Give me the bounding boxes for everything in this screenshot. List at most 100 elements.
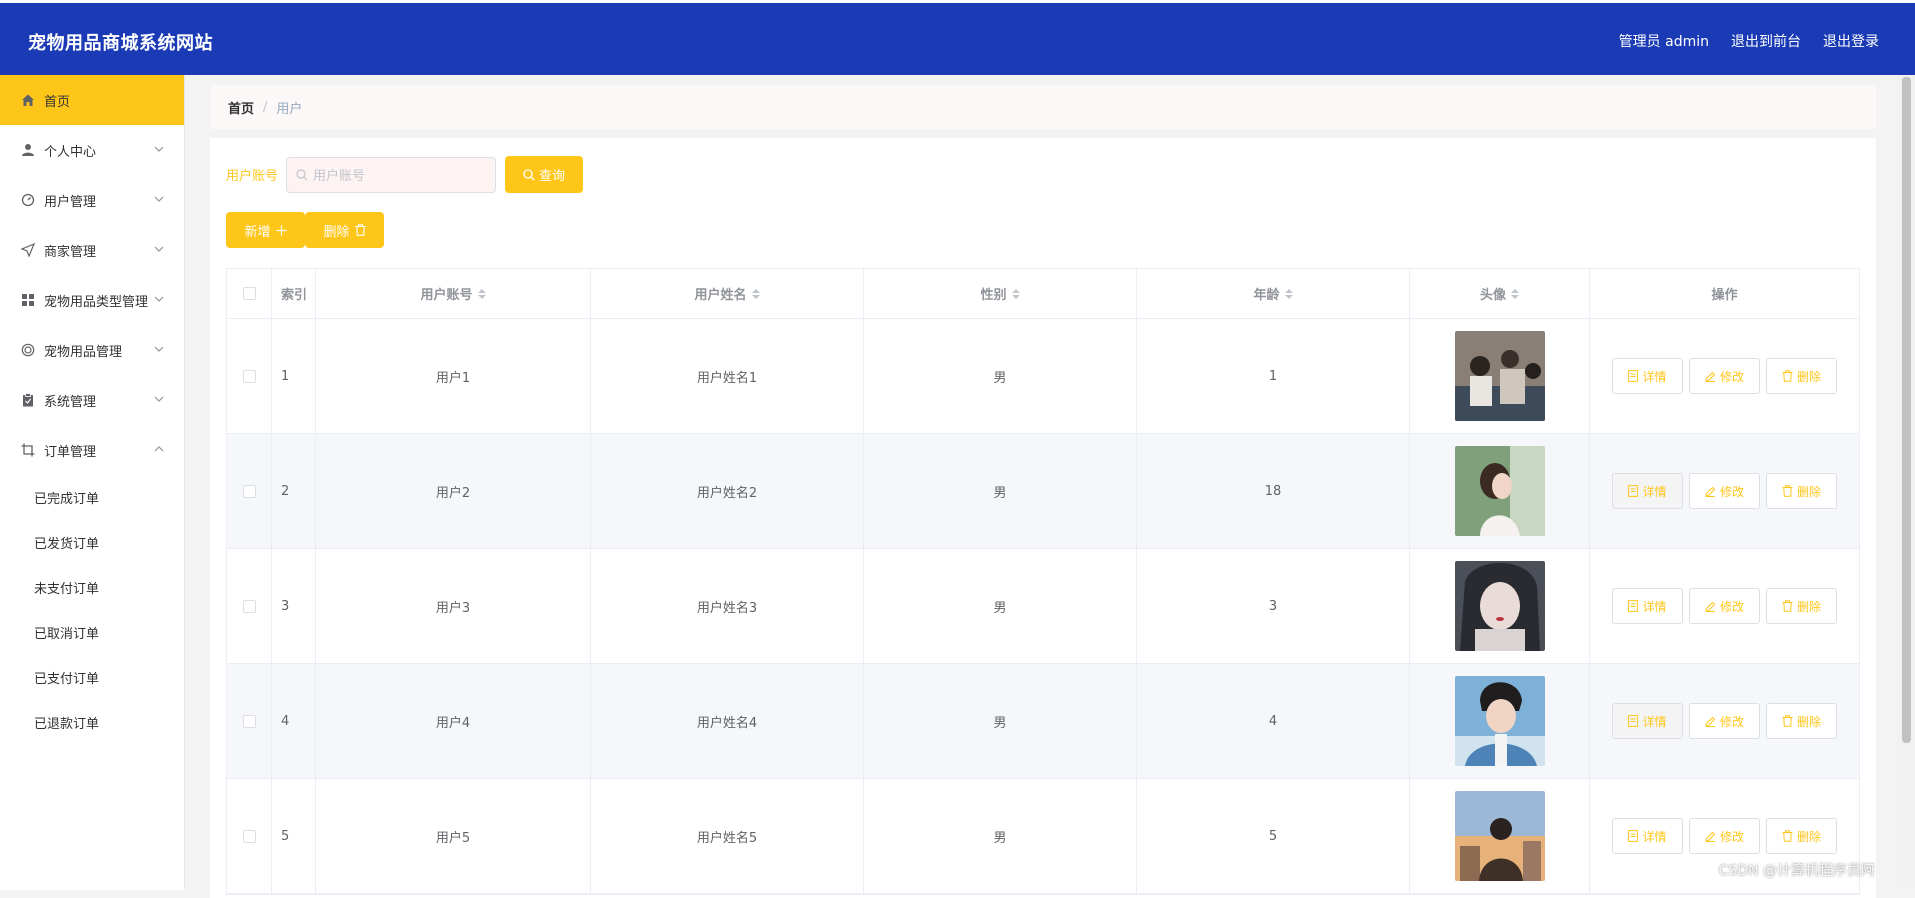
sort-icon[interactable] <box>1012 289 1020 299</box>
dashboard-icon <box>20 192 36 208</box>
edit-icon <box>1705 601 1716 612</box>
sort-icon[interactable] <box>1285 289 1293 299</box>
edit-button[interactable]: 修改 <box>1689 358 1760 394</box>
select-all-cell <box>227 269 272 318</box>
batch-delete-button[interactable]: 删除 <box>305 212 384 248</box>
row-account: 用户3 <box>316 549 591 663</box>
navigation-icon <box>20 242 36 258</box>
row-operations: 详情 修改 删除 <box>1590 549 1859 663</box>
row-index: 5 <box>272 779 316 893</box>
edit-button[interactable]: 修改 <box>1689 588 1760 624</box>
edit-button[interactable]: 修改 <box>1689 473 1760 509</box>
row-checkbox[interactable] <box>243 485 256 498</box>
sort-icon[interactable] <box>1511 289 1519 299</box>
delete-button[interactable]: 删除 <box>1766 588 1837 624</box>
header-age[interactable]: 年龄 <box>1137 269 1410 318</box>
row-index: 1 <box>272 319 316 433</box>
row-checkbox-cell <box>227 664 272 778</box>
page-scrollbar[interactable] <box>1897 75 1915 890</box>
delete-button[interactable]: 删除 <box>1766 358 1837 394</box>
header-account[interactable]: 用户账号 <box>316 269 591 318</box>
sidebar-item-personal-center[interactable]: 个人中心 <box>0 125 184 175</box>
delete-label: 删除 <box>1797 598 1821 615</box>
users-table: 索引 用户账号 用户姓名 性别 年龄 头像 操作 1 用户1 用户姓名1 男 1 <box>226 268 1860 895</box>
sidebar-item-label: 商家管理 <box>44 241 96 260</box>
exit-to-front-link[interactable]: 退出到前台 <box>1731 31 1801 51</box>
submenu-cancelled-orders[interactable]: 已取消订单 <box>0 610 184 655</box>
breadcrumb-separator: / <box>263 100 267 115</box>
avatar-image[interactable] <box>1455 446 1545 536</box>
search-label: 用户账号 <box>226 165 278 184</box>
sidebar-item-system-management[interactable]: 系统管理 <box>0 375 184 425</box>
user-icon <box>20 142 36 158</box>
submenu-completed-orders[interactable]: 已完成订单 <box>0 475 184 520</box>
edit-button[interactable]: 修改 <box>1689 818 1760 854</box>
select-all-checkbox[interactable] <box>243 287 256 300</box>
sort-icon[interactable] <box>478 289 486 299</box>
header-name[interactable]: 用户姓名 <box>591 269 864 318</box>
row-checkbox-cell <box>227 434 272 548</box>
logout-link[interactable]: 退出登录 <box>1823 31 1879 51</box>
sidebar-item-user-management[interactable]: 用户管理 <box>0 175 184 225</box>
submenu-paid-orders[interactable]: 已支付订单 <box>0 655 184 700</box>
edit-button[interactable]: 修改 <box>1689 703 1760 739</box>
row-name: 用户姓名3 <box>591 549 864 663</box>
sidebar-item-pet-supply-type-management[interactable]: 宠物用品类型管理 <box>0 275 184 325</box>
row-gender: 男 <box>864 779 1137 893</box>
row-account: 用户4 <box>316 664 591 778</box>
grid-icon <box>20 292 36 308</box>
sidebar-item-home[interactable]: 首页 <box>0 75 184 125</box>
detail-label: 详情 <box>1642 368 1666 385</box>
add-button[interactable]: 新增 <box>226 212 305 248</box>
delete-label: 删除 <box>1797 828 1821 845</box>
search-bar: 用户账号 用户账号 查询 <box>226 156 583 193</box>
detail-button[interactable]: 详情 <box>1612 358 1683 394</box>
row-checkbox[interactable] <box>243 715 256 728</box>
scrollbar-thumb[interactable] <box>1902 77 1911 743</box>
table-row: 2 用户2 用户姓名2 男 18 详情 修改 删除 <box>227 434 1859 549</box>
header-account-label: 用户账号 <box>420 284 472 303</box>
sidebar-item-order-management[interactable]: 订单管理 <box>0 425 184 475</box>
row-age: 1 <box>1137 319 1410 433</box>
sidebar-item-pet-supply-management[interactable]: 宠物用品管理 <box>0 325 184 375</box>
submenu-refunded-orders[interactable]: 已退款订单 <box>0 700 184 745</box>
row-age: 3 <box>1137 549 1410 663</box>
delete-button[interactable]: 删除 <box>1766 818 1837 854</box>
edit-icon <box>1705 831 1716 842</box>
row-avatar-cell <box>1410 779 1590 893</box>
detail-button[interactable]: 详情 <box>1612 588 1683 624</box>
row-checkbox[interactable] <box>243 370 256 383</box>
row-account: 用户5 <box>316 779 591 893</box>
chevron-down-icon <box>152 292 166 306</box>
row-checkbox[interactable] <box>243 600 256 613</box>
row-gender: 男 <box>864 664 1137 778</box>
submenu-shipped-orders[interactable]: 已发货订单 <box>0 520 184 565</box>
breadcrumb-home[interactable]: 首页 <box>228 98 254 117</box>
detail-button[interactable]: 详情 <box>1612 703 1683 739</box>
sort-icon[interactable] <box>752 289 760 299</box>
delete-button[interactable]: 删除 <box>1766 473 1837 509</box>
delete-label: 删除 <box>1797 483 1821 500</box>
table-row: 5 用户5 用户姓名5 男 5 详情 修改 删除 <box>227 779 1859 894</box>
delete-button[interactable]: 删除 <box>1766 703 1837 739</box>
row-avatar-cell <box>1410 664 1590 778</box>
avatar-image[interactable] <box>1455 791 1545 881</box>
detail-button[interactable]: 详情 <box>1612 818 1683 854</box>
sidebar-item-merchant-management[interactable]: 商家管理 <box>0 225 184 275</box>
avatar-image[interactable] <box>1455 331 1545 421</box>
edit-label: 修改 <box>1720 828 1744 845</box>
submenu-unpaid-orders[interactable]: 未支付订单 <box>0 565 184 610</box>
avatar-image[interactable] <box>1455 561 1545 651</box>
query-button[interactable]: 查询 <box>505 156 583 193</box>
document-icon <box>1628 370 1638 382</box>
detail-button[interactable]: 详情 <box>1612 473 1683 509</box>
search-input[interactable]: 用户账号 <box>286 157 496 193</box>
header-avatar[interactable]: 头像 <box>1410 269 1590 318</box>
admin-user-label[interactable]: 管理员 admin <box>1619 31 1709 51</box>
avatar-image[interactable] <box>1455 676 1545 766</box>
header-operations: 操作 <box>1590 269 1859 318</box>
row-checkbox[interactable] <box>243 830 256 843</box>
delete-button-label: 删除 <box>323 221 349 240</box>
edit-icon <box>1705 486 1716 497</box>
header-gender[interactable]: 性别 <box>864 269 1137 318</box>
